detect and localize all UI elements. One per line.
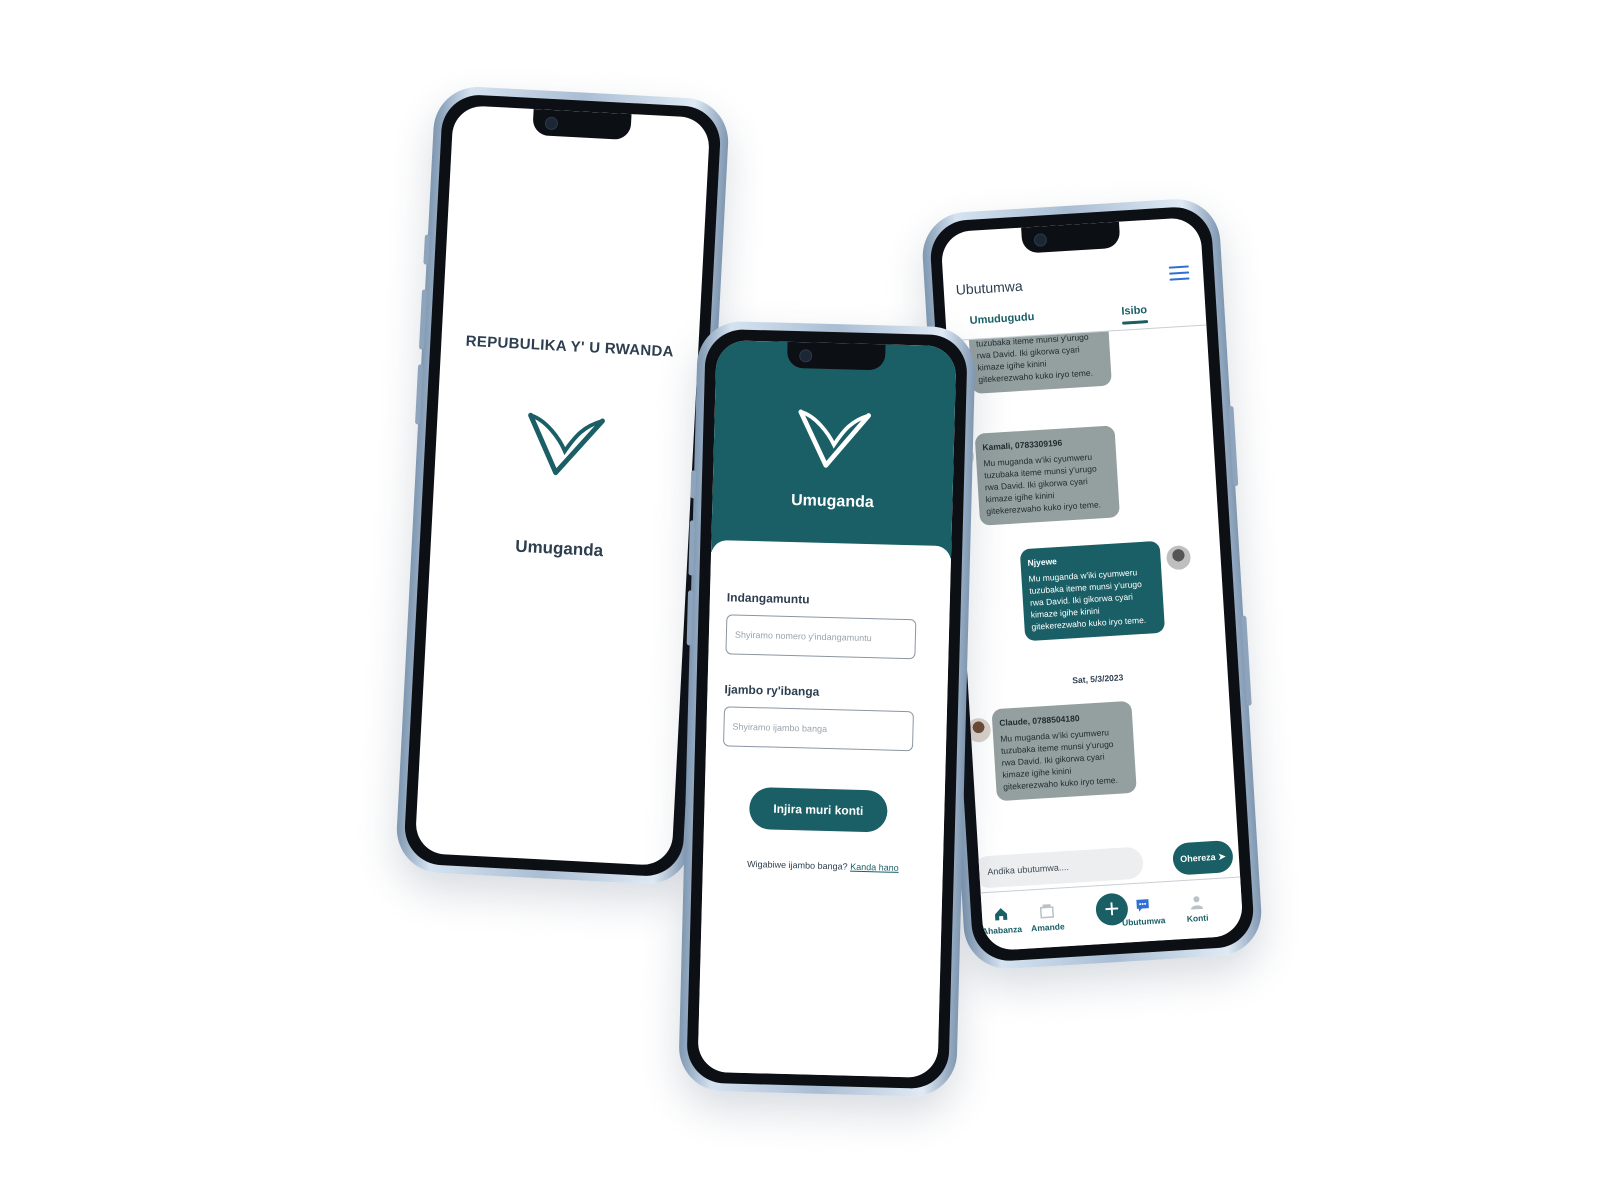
login-phone: Umuganda Indangamuntu Ijambo ry'ibanga I… <box>677 320 977 1098</box>
notch <box>786 341 886 371</box>
tab-isibo[interactable]: Isibo <box>1121 304 1147 318</box>
forgot-password: Wigabiwe ijambo banga? Kanda hano <box>703 858 943 874</box>
side-button <box>686 590 694 646</box>
side-button <box>1228 406 1239 487</box>
hamburger-menu-icon[interactable] <box>1168 265 1190 283</box>
chat-phone: Ubutumwa Umudugudu Isibo Mu muganda w'ik… <box>920 196 1264 972</box>
message-list[interactable]: Mu muganda w'iki cyumweru tuzubaka iteme… <box>947 325 1238 856</box>
app-name: Umuganda <box>514 536 604 561</box>
message-sender: Njyewe <box>1027 556 1058 568</box>
message-text: Mu muganda w'iki cyumweru tuzubaka iteme… <box>999 727 1119 792</box>
nav-label: Amande <box>1030 921 1065 934</box>
chat-screen: Ubutumwa Umudugudu Isibo Mu muganda w'ik… <box>940 216 1244 952</box>
splash-phone: REPUBULIKA Y' U RWANDA Umuganda <box>394 84 731 887</box>
nav-label: Konti <box>1186 912 1209 924</box>
side-button <box>688 520 695 576</box>
send-arrow-icon: ➤ <box>1217 850 1226 862</box>
send-button[interactable]: Ohereza ➤ <box>1171 839 1234 876</box>
message-bubble: Njyewe Mu muganda w'iki cyumweru tuzubak… <box>1019 540 1166 642</box>
side-button <box>418 289 428 350</box>
nav-item-ahabanza[interactable]: Ahabanza <box>976 905 1028 937</box>
home-icon <box>994 908 1008 921</box>
id-number-input[interactable] <box>725 614 917 660</box>
nav-item-amande[interactable]: Amande <box>1021 902 1073 934</box>
message-sender: Kamali, 0783309196 <box>982 437 1063 453</box>
message-text: Mu muganda w'iki cyumweru tuzubaka iteme… <box>1028 567 1147 632</box>
v-check-logo-icon <box>798 409 871 468</box>
message-bubble: Claude, 0788504180 Mu muganda w'iki cyum… <box>991 700 1137 802</box>
republic-title: REPUBULIKA Y' U RWANDA <box>465 332 675 361</box>
bottom-nav: Ahabanza Amande + Ubutumwa Konti <box>980 876 1244 952</box>
notch <box>1021 221 1121 254</box>
nav-item-konti[interactable]: Konti <box>1171 893 1223 925</box>
message-bubble: Kamali, 0783309196 Mu muganda w'iki cyum… <box>974 425 1120 526</box>
phone-bezel: Ubutumwa Umudugudu Isibo Mu muganda w'ik… <box>928 205 1256 963</box>
id-label: Indangamuntu <box>726 590 810 607</box>
login-form: Indangamuntu Ijambo ry'ibanga Injira mur… <box>697 539 952 1079</box>
side-button <box>690 470 697 499</box>
side-button <box>423 234 430 265</box>
message-text: Mu muganda w'iki cyumweru tuzubaka iteme… <box>983 451 1102 517</box>
app-name: Umuganda <box>790 491 874 512</box>
phone-bezel: Umuganda Indangamuntu Ijambo ry'ibanga I… <box>686 328 968 1090</box>
nav-label: Ahabanza <box>981 923 1023 937</box>
password-label: Ijambo ry'ibanga <box>724 682 820 699</box>
tab-umudugudu[interactable]: Umudugudu <box>969 311 1034 327</box>
fine-box-icon <box>1039 904 1055 919</box>
login-screen: Umuganda Indangamuntu Ijambo ry'ibanga I… <box>697 339 957 1079</box>
side-button <box>1241 615 1252 706</box>
avatar <box>966 717 992 743</box>
nav-label: Ubutumwa <box>1121 915 1166 928</box>
splash-screen: REPUBULIKA Y' U RWANDA Umuganda <box>414 104 711 867</box>
camera-icon <box>544 116 558 131</box>
phone-bezel: REPUBULIKA Y' U RWANDA Umuganda <box>403 93 722 878</box>
notch <box>531 108 632 141</box>
login-header: Umuganda <box>711 339 957 559</box>
nav-item-ubutumwa[interactable]: Ubutumwa <box>1117 896 1169 928</box>
camera-icon <box>799 349 813 363</box>
message-sender: Claude, 0788504180 <box>999 713 1080 728</box>
forgot-password-link[interactable]: Kanda hano <box>850 862 899 873</box>
page-title: Ubutumwa <box>955 277 1024 298</box>
login-button[interactable]: Injira muri konti <box>748 787 888 833</box>
v-check-logo-icon <box>527 412 605 476</box>
camera-icon <box>1033 233 1048 247</box>
forgot-text: Wigabiwe ijambo banga? <box>746 858 848 872</box>
side-button <box>415 364 424 425</box>
user-icon <box>1191 896 1204 910</box>
send-label: Ohereza <box>1179 851 1216 864</box>
date-separator: Sat, 5/3/2023 <box>1072 672 1124 686</box>
chat-bubble-icon <box>1136 899 1149 912</box>
avatar <box>1165 544 1192 571</box>
password-input[interactable] <box>722 706 914 752</box>
